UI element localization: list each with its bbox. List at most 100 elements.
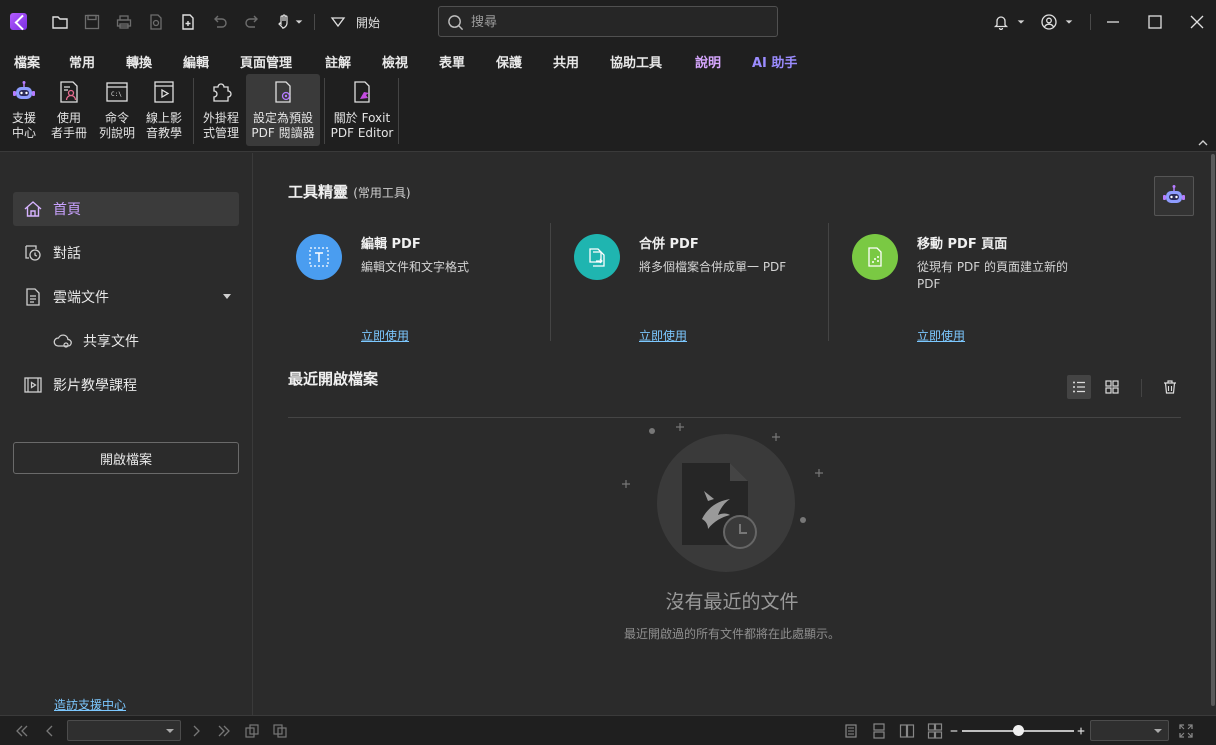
tab-accessibility[interactable]: 協助工具 [610,52,662,71]
next-page-icon[interactable] [188,723,204,739]
tab-comment[interactable]: 註解 [325,52,351,71]
foxit-logo-icon[interactable] [10,13,27,30]
chevron-down-icon[interactable] [223,294,231,299]
plugin-management-button[interactable]: 外掛程 式管理 [199,74,243,146]
continuous-facing-icon[interactable] [927,723,943,739]
sidebar-item-video-courses[interactable]: 影片教學課程 [13,368,239,402]
sidebar-item-home[interactable]: 首頁 [13,192,239,226]
home-panel: 工具精靈 (常用工具) 編輯 PDF 編輯文件和文字格式 立即使用 合併 PDF… [254,153,1210,715]
cloud-shared-icon [53,334,72,348]
tools-wizard-heading: 工具精靈 [288,183,349,201]
sidebar-item-cloud-documents[interactable]: 雲端文件 [13,280,239,314]
notification-bell-icon[interactable] [990,11,1012,33]
notification-dropdown-icon[interactable] [1014,11,1028,33]
tool-card-move-pages[interactable]: 移動 PDF 頁面 從現有 PDF 的頁面建立新的 PDF 立即使用 [810,223,1080,343]
tab-form[interactable]: 表單 [439,52,465,71]
previous-page-icon[interactable] [42,723,58,739]
fullscreen-icon[interactable] [1178,723,1194,739]
mode-label[interactable]: 開始 [356,14,380,31]
continuous-page-icon[interactable] [871,723,887,739]
tab-convert[interactable]: 轉換 [126,52,152,71]
video-course-icon [24,377,42,393]
user-manual-label: 使用 者手冊 [50,111,87,140]
minimize-icon[interactable] [1102,11,1124,33]
tab-share[interactable]: 共用 [553,52,579,71]
video-tutorial-button[interactable]: 線上影 音教學 [143,74,185,146]
new-document-icon[interactable] [178,12,198,32]
close-icon[interactable] [1186,11,1208,33]
trash-icon[interactable] [1158,375,1182,399]
tab-protect[interactable]: 保護 [496,52,522,71]
plugin-management-label: 外掛程 式管理 [202,111,239,140]
account-icon[interactable] [1038,11,1060,33]
tab-edit[interactable]: 編輯 [183,52,209,71]
open-folder-icon[interactable] [50,12,70,32]
maximize-icon[interactable] [1144,11,1166,33]
home-icon [24,201,42,217]
command-line-help-label: 命令 列說明 [98,111,135,140]
tab-ai-assistant[interactable]: AI 助手 [752,52,797,71]
hand-tool-dropdown-icon[interactable] [293,12,305,32]
open-file-button[interactable]: 開啟檔案 [13,442,239,474]
empty-recent-illustration [622,423,823,572]
sidebar-item-shared-documents[interactable]: 共享文件 [43,324,239,358]
tab-home[interactable]: 常用 [69,52,95,71]
tool-card-edit-pdf[interactable]: 編輯 PDF 編輯文件和文字格式 立即使用 [254,223,524,343]
search-box[interactable] [438,6,778,37]
tool-title: 合併 PDF [639,237,699,252]
grid-view-icon[interactable] [1100,375,1124,399]
sidebar-item-chat[interactable]: 對話 [13,236,239,270]
page-number-select[interactable] [67,720,181,741]
edit-text-icon [296,234,342,280]
about-foxit-button[interactable]: 關於 Foxit PDF Editor [330,74,394,146]
tool-description: 編輯文件和文字格式 [361,260,470,274]
sidebar-item-label: 對話 [53,246,81,262]
first-page-icon[interactable] [14,723,30,739]
redo-icon[interactable] [242,12,262,32]
scrollbar-thumb[interactable] [1211,154,1215,706]
use-now-link[interactable]: 立即使用 [917,327,965,344]
support-center-label: 支援 中心 [11,111,36,140]
search-input[interactable] [471,13,771,31]
zoom-in-icon[interactable] [1075,723,1087,739]
ai-assistant-button[interactable] [1154,176,1194,216]
last-page-icon[interactable] [216,723,232,739]
tab-help[interactable]: 說明 [695,52,722,75]
undo-icon[interactable] [210,12,230,32]
tab-page-management[interactable]: 頁面管理 [240,52,292,71]
sidebar-item-label: 影片教學課程 [53,378,137,394]
single-page-icon[interactable] [843,723,859,739]
print-icon[interactable] [114,12,134,32]
save-icon[interactable] [82,12,102,32]
command-line-help-button[interactable]: C:\ 命令 列說明 [96,74,138,146]
set-default-reader-button[interactable]: 設定為預設 PDF 閱讀器 [246,74,320,146]
zoom-out-icon[interactable] [948,723,960,739]
tab-file[interactable]: 檔案 [14,52,40,71]
hand-tool-icon[interactable] [274,12,294,32]
use-now-link[interactable]: 立即使用 [361,327,409,344]
account-dropdown-icon[interactable] [1062,11,1076,33]
mode-dropdown-icon[interactable] [328,12,348,32]
next-view-icon[interactable] [272,723,288,739]
visit-support-center-link[interactable]: 造訪支援中心 [54,696,126,713]
scan-icon[interactable] [146,12,166,32]
tool-card-merge-pdf[interactable]: 合併 PDF 將多個檔案合併成單一 PDF 立即使用 [532,223,802,343]
previous-view-icon[interactable] [244,723,260,739]
chat-icon [25,245,41,261]
zoom-level-select[interactable] [1090,720,1169,741]
use-now-link[interactable]: 立即使用 [639,327,687,344]
empty-state-title: 沒有最近的文件 [665,591,799,613]
tab-view[interactable]: 檢視 [382,52,408,71]
facing-pages-icon[interactable] [899,723,915,739]
list-view-icon[interactable] [1067,375,1091,399]
cloud-document-icon [26,288,40,306]
menu-bar: 檔案 常用 轉換 編輯 頁面管理 註解 檢視 表單 保護 共用 協助工具 說明 … [0,44,1216,75]
collapse-ribbon-icon[interactable] [1198,138,1208,148]
move-pages-icon [852,234,898,280]
sidebar-item-label: 首頁 [53,202,81,218]
svg-text:C:\: C:\ [111,91,122,98]
zoom-slider-thumb[interactable] [1013,725,1024,736]
support-center-button[interactable]: 支援 中心 [4,74,44,146]
user-manual-button[interactable]: 使用 者手冊 [48,74,90,146]
ribbon: 支援 中心 使用 者手冊 C:\ 命令 列說明 線上影 音教學 外掛程 式管理 [0,72,1216,152]
